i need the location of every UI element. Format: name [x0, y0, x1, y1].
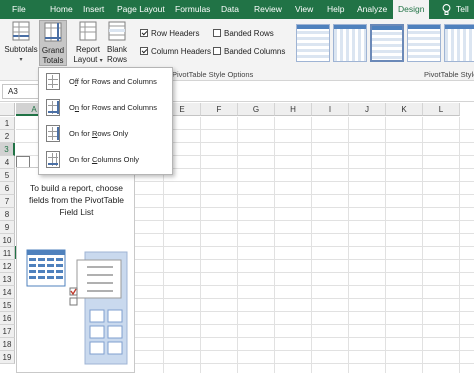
select-all-corner[interactable] [0, 103, 15, 116]
row-header-14[interactable]: 14 [0, 286, 15, 299]
report-layout-button[interactable]: Report Layout ▾ [72, 21, 104, 66]
column-header-f[interactable]: F [201, 103, 238, 116]
row-header-19[interactable]: 19 [0, 351, 15, 364]
tab-insert[interactable]: Insert [83, 0, 104, 19]
row-header-11[interactable]: 11 [0, 247, 15, 260]
report-layout-icon [79, 21, 97, 41]
grand-totals-button[interactable]: Grand Totals ▾ [39, 20, 67, 75]
subtotals-label: Subtotals [4, 45, 38, 54]
lightbulb-icon [442, 3, 451, 15]
row-headers-label: Row Headers [151, 29, 200, 38]
banded-rows-label: Banded Rows [224, 29, 274, 38]
column-header-l[interactable]: L [423, 103, 460, 116]
grand-totals-on-icon [46, 99, 60, 116]
column-header-i[interactable]: I [312, 103, 349, 116]
column-headers-label: Column Headers [151, 47, 212, 56]
grand-totals-label-1: Grand [41, 46, 65, 55]
row-header-5[interactable]: 5 [0, 169, 15, 182]
menu-item-on-rows-only[interactable]: On for Rows Only [41, 121, 170, 146]
row-header-8[interactable]: 8 [0, 208, 15, 221]
menu-item-label: On for Rows Only [69, 129, 129, 138]
banded-columns-checkbox[interactable]: Banded Columns [213, 47, 285, 57]
grand-totals-rows-icon [46, 125, 60, 142]
row-header-15[interactable]: 15 [0, 299, 15, 312]
style-swatch[interactable] [444, 24, 474, 62]
column-header-k[interactable]: K [386, 103, 423, 116]
pivot-style-gallery [296, 24, 474, 63]
tell-me-search[interactable]: Tell [442, 0, 469, 19]
pivot-placeholder[interactable]: To build a report, choose fields from th… [16, 167, 135, 373]
subtotals-icon [12, 21, 30, 41]
row-header-6[interactable]: 6 [0, 182, 15, 195]
blank-rows-icon [108, 21, 126, 41]
row-header-2[interactable]: 2 [0, 130, 15, 143]
column-header-g[interactable]: G [238, 103, 275, 116]
menu-item-label: Off for Rows and Columns [69, 77, 157, 86]
tab-data[interactable]: Data [221, 0, 239, 19]
row-header-7[interactable]: 7 [0, 195, 15, 208]
menu-item-on-columns-only[interactable]: On for Columns Only [41, 147, 170, 172]
tab-formulas[interactable]: Formulas [175, 0, 210, 19]
checkbox-unchecked-icon [213, 29, 221, 37]
banded-columns-label: Banded Columns [224, 47, 286, 56]
row-header-12[interactable]: 12 [0, 260, 15, 273]
menu-item-label: On for Columns Only [69, 155, 140, 164]
subtotals-button[interactable]: Subtotals ▾ [4, 21, 38, 65]
tab-help[interactable]: Help [327, 0, 344, 19]
ribbon-tab-bar: File Home Insert Page Layout Formulas Da… [0, 0, 474, 19]
row-header-18[interactable]: 18 [0, 338, 15, 351]
style-swatch[interactable] [296, 24, 330, 62]
row-headers-checkbox[interactable]: Row Headers [140, 29, 199, 39]
styles-group-label: PivotTable Style [424, 70, 474, 79]
checkbox-checked-icon [140, 29, 148, 37]
column-header-j[interactable]: J [349, 103, 386, 116]
row-header-10[interactable]: 10 [0, 234, 15, 247]
tell-me-label: Tell [456, 4, 469, 14]
name-box[interactable]: A3 [2, 84, 42, 99]
row-header-3[interactable]: 3 [0, 143, 15, 156]
tab-analyze[interactable]: Analyze [357, 0, 387, 19]
row-header-4[interactable]: 4 [0, 156, 15, 169]
grand-totals-icon [44, 22, 62, 42]
tab-file[interactable]: File [12, 0, 26, 19]
style-swatch[interactable] [370, 24, 404, 62]
checkbox-checked-icon [140, 47, 148, 55]
grand-totals-menu: Off for Rows and Columns On for Rows and… [38, 67, 173, 175]
chevron-down-icon: ▾ [19, 57, 23, 63]
report-layout-label-1: Report [75, 45, 100, 54]
report-layout-label-2: Layout ▾ [73, 55, 103, 64]
chevron-down-icon: ▾ [99, 58, 103, 64]
blank-rows-label-1: Blank [106, 45, 127, 54]
tab-page-layout[interactable]: Page Layout [117, 0, 165, 19]
column-header-h[interactable]: H [275, 103, 312, 116]
row-header-1[interactable]: 1 [0, 117, 15, 130]
column-headers-checkbox[interactable]: Column Headers [140, 47, 211, 57]
style-options-group-label: PivotTable Style Options [172, 70, 254, 79]
pivot-placeholder-text: To build a report, choose fields from th… [29, 183, 124, 217]
pivot-field-list-illustration [26, 249, 128, 365]
banded-rows-checkbox[interactable]: Banded Rows [213, 29, 274, 39]
tab-design[interactable]: Design [393, 0, 430, 19]
row-header-13[interactable]: 13 [0, 273, 15, 286]
tab-home[interactable]: Home [50, 0, 73, 19]
grand-totals-off-icon [46, 73, 60, 90]
row-header-9[interactable]: 9 [0, 221, 15, 234]
row-header-17[interactable]: 17 [0, 325, 15, 338]
tab-view[interactable]: View [295, 0, 313, 19]
menu-item-on-rows-columns[interactable]: On for Rows and Columns [41, 95, 170, 120]
tab-review[interactable]: Review [254, 0, 282, 19]
menu-item-off-rows-columns[interactable]: Off for Rows and Columns [41, 69, 170, 94]
style-swatch[interactable] [333, 24, 367, 62]
row-header-16[interactable]: 16 [0, 312, 15, 325]
style-swatch[interactable] [407, 24, 441, 62]
checkbox-unchecked-icon [213, 47, 221, 55]
menu-item-label: On for Rows and Columns [69, 103, 157, 112]
grand-totals-columns-icon [46, 151, 60, 168]
